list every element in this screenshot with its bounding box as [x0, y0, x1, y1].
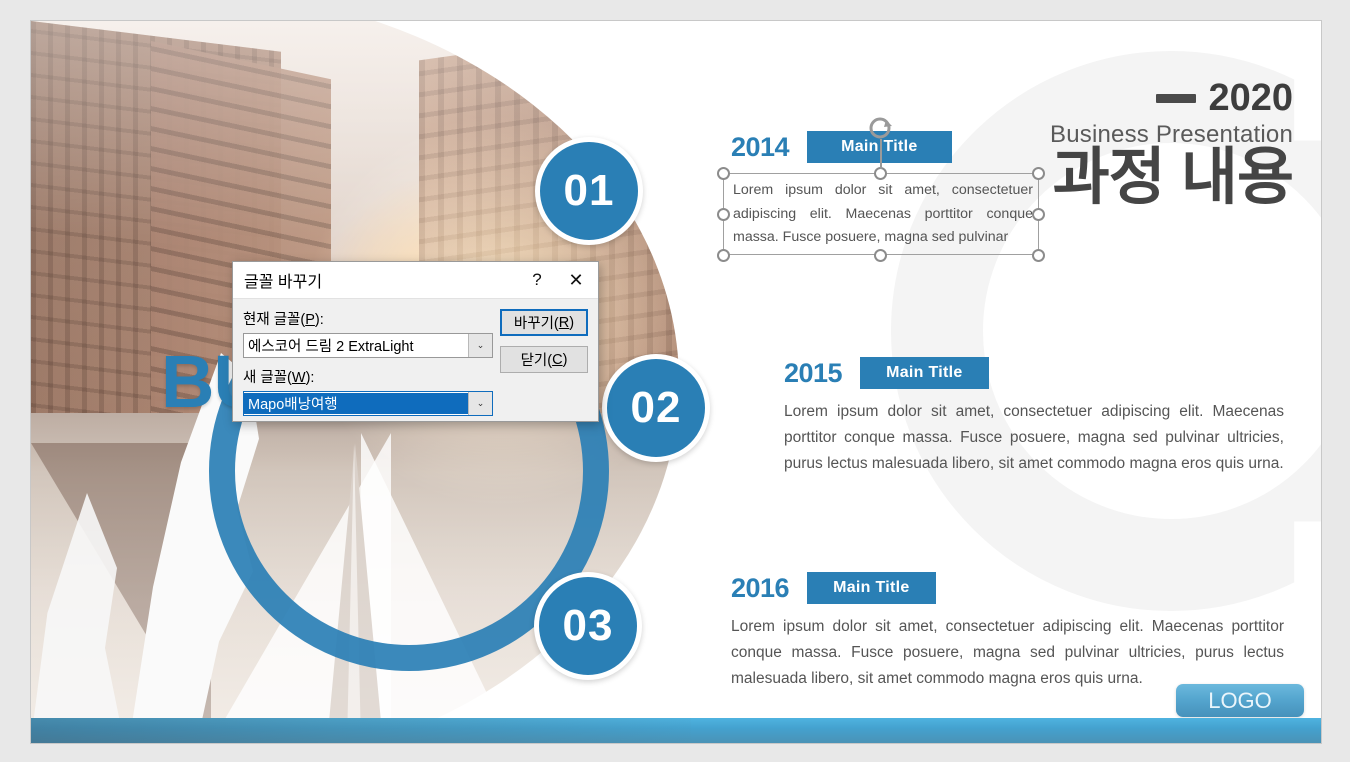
- block-2015-body: Lorem ipsum dolor sit amet, consectetuer…: [784, 403, 1284, 473]
- step-circle-01[interactable]: 01: [535, 137, 643, 245]
- block-2016-body: Lorem ipsum dolor sit amet, consectetuer…: [731, 618, 1284, 688]
- current-font-label-key: P: [305, 312, 315, 328]
- rotation-handle-stem: [880, 139, 882, 169]
- current-font-combobox[interactable]: 에스코어 드림 2 ExtraLight ⌄: [243, 333, 493, 358]
- dialog-body: 현재 글꼴(P): 에스코어 드림 2 ExtraLight ⌄ 새 글꼴(W)…: [233, 299, 598, 416]
- chevron-down-icon[interactable]: ⌄: [468, 334, 492, 357]
- dash-icon: [1156, 93, 1197, 103]
- block-2014-year: 2014: [731, 131, 790, 162]
- block-2016-head: 2016 Main Title: [731, 572, 1284, 604]
- block-2015-head: 2015 Main Title: [784, 357, 1284, 389]
- slide-bottom-bar-shade: [31, 718, 691, 743]
- replace-button-pre: 바꾸기(: [513, 316, 559, 332]
- new-font-label-pre: 새 글꼴(: [243, 370, 292, 386]
- selection-handle-bottom-left[interactable]: [717, 249, 730, 262]
- dialog-title-bar: 글꼴 바꾸기 ? ✕: [233, 262, 598, 299]
- selection-handle-middle-right[interactable]: [1032, 208, 1045, 221]
- page-title: 과정 내용: [1052, 143, 1294, 212]
- slide-bottom-bar: [31, 718, 1321, 743]
- current-font-label-post: ):: [314, 312, 324, 328]
- rotation-handle-icon[interactable]: [867, 115, 895, 169]
- selection-handle-bottom-center[interactable]: [874, 249, 887, 262]
- new-font-label-key: W: [291, 370, 306, 386]
- selection-handle-top-right[interactable]: [1032, 167, 1045, 180]
- close-button-post: ): [562, 351, 568, 368]
- content-block-2014[interactable]: 2014 Main Title Lorem ipsum dolor sit am…: [723, 131, 1043, 254]
- new-font-label-post: ):: [305, 370, 315, 386]
- logo-badge[interactable]: LOGO: [1176, 684, 1304, 717]
- close-icon[interactable]: ✕: [554, 270, 598, 291]
- close-button-pre: 닫기(: [520, 353, 553, 369]
- powerpoint-slide-canvas: BU 01 02 03 2020 Business Presentation 과…: [30, 20, 1322, 744]
- content-block-2016[interactable]: 2016 Main Title Lorem ipsum dolor sit am…: [731, 572, 1284, 692]
- chevron-down-icon-2[interactable]: ⌄: [468, 392, 492, 415]
- step-circle-03[interactable]: 03: [534, 572, 642, 680]
- content-block-2015[interactable]: 2015 Main Title Lorem ipsum dolor sit am…: [784, 357, 1284, 477]
- replace-button[interactable]: 바꾸기(R): [500, 309, 588, 336]
- block-2014-body: Lorem ipsum dolor sit amet, consectetuer…: [733, 182, 1033, 246]
- new-font-value: Mapo배낭여행: [244, 393, 468, 414]
- replace-button-key: R: [558, 314, 570, 331]
- replace-font-dialog[interactable]: 글꼴 바꾸기 ? ✕ 현재 글꼴(P): 에스코어 드림 2 ExtraLigh…: [232, 261, 599, 422]
- help-icon[interactable]: ?: [520, 270, 554, 290]
- step-circle-02[interactable]: 02: [602, 354, 710, 462]
- replace-button-post: ): [569, 314, 575, 331]
- current-font-label-pre: 현재 글꼴(: [243, 312, 306, 328]
- selection-handle-bottom-right[interactable]: [1032, 249, 1045, 262]
- block-2016-year: 2016: [731, 572, 790, 603]
- header-year-row: 2020: [1050, 79, 1293, 117]
- slide-header: 2020 Business Presentation 과정 내용: [1050, 79, 1294, 212]
- selection-handle-top-left[interactable]: [717, 167, 730, 180]
- block-2016-tag[interactable]: Main Title: [807, 572, 936, 604]
- block-2015-year: 2015: [784, 357, 843, 388]
- close-button-key: C: [552, 351, 563, 368]
- selection-handle-middle-left[interactable]: [717, 208, 730, 221]
- dialog-title: 글꼴 바꾸기: [244, 274, 323, 291]
- block-2015-tag[interactable]: Main Title: [860, 357, 989, 389]
- new-font-combobox[interactable]: Mapo배낭여행 ⌄: [243, 391, 493, 416]
- current-font-value: 에스코어 드림 2 ExtraLight: [248, 339, 414, 355]
- close-button[interactable]: 닫기(C): [500, 346, 588, 373]
- header-year: 2020: [1208, 77, 1293, 119]
